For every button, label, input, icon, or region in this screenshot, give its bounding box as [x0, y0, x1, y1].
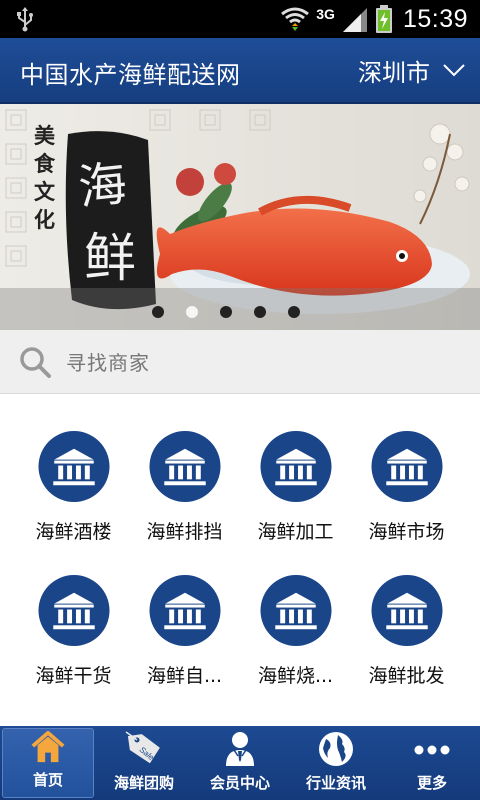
network-type: 3G	[316, 6, 335, 22]
nav-member-center[interactable]: 会员中心	[192, 726, 288, 800]
city-name: 深圳市	[358, 58, 430, 87]
category-item[interactable]: 海鲜批发	[351, 554, 462, 688]
carousel-dot-1[interactable]	[152, 306, 164, 318]
sale-tag-icon: Sale	[125, 731, 160, 764]
bank-building-icon	[259, 574, 332, 647]
nav-industry-news[interactable]: 行业资讯	[288, 726, 384, 800]
category-label: 海鲜自...	[146, 665, 223, 687]
search-icon	[20, 346, 51, 378]
category-item[interactable]: 海鲜市场	[351, 410, 462, 544]
search-bar[interactable]: 寻找商家	[0, 330, 480, 394]
status-bar: 3G 15:39	[0, 0, 480, 38]
clock: 15:39	[402, 4, 468, 33]
nav-label: 更多	[416, 774, 447, 792]
nav-label: 海鲜团购	[113, 774, 174, 792]
category-item[interactable]: 海鲜烧...	[240, 554, 351, 688]
usb-icon	[17, 7, 33, 32]
nav-more[interactable]: 更多	[384, 726, 480, 800]
more-icon	[414, 745, 450, 755]
category-item[interactable]: 海鲜酒楼	[18, 410, 129, 544]
category-label: 海鲜加工	[257, 521, 334, 543]
signal-icon	[342, 8, 367, 32]
category-label: 海鲜酒楼	[35, 521, 112, 543]
banner-big-char-1: 海	[75, 155, 130, 217]
nav-group-buy[interactable]: Sale 海鲜团购	[96, 726, 192, 800]
title-bar: 中国水产海鲜配送网 深圳市	[0, 38, 480, 104]
category-item[interactable]: 海鲜干货	[18, 554, 129, 688]
banner-carousel[interactable]: 美食文化 海 鲜	[0, 104, 480, 330]
category-item[interactable]: 海鲜自...	[129, 554, 240, 688]
carousel-dot-5[interactable]	[288, 306, 300, 318]
bank-building-icon	[148, 430, 221, 503]
wifi-icon	[281, 7, 310, 31]
category-label: 海鲜批发	[368, 665, 445, 687]
banner-vertical-text: 美食文化	[34, 123, 55, 232]
bank-building-icon	[370, 430, 443, 503]
nav-label: 行业资讯	[305, 774, 366, 792]
member-icon	[226, 732, 254, 766]
search-placeholder: 寻找商家	[66, 351, 150, 375]
carousel-dot-4[interactable]	[254, 306, 266, 318]
bank-building-icon	[259, 430, 332, 503]
bank-building-icon	[37, 430, 110, 503]
category-item[interactable]: 海鲜排挡	[129, 410, 240, 544]
bank-building-icon	[37, 574, 110, 647]
nav-label: 会员中心	[209, 774, 270, 792]
category-label: 海鲜烧...	[257, 665, 334, 687]
chevron-down-icon	[443, 64, 465, 77]
city-selector[interactable]: 深圳市	[358, 52, 466, 88]
battery-icon	[375, 5, 392, 33]
globe-icon	[319, 732, 353, 766]
carousel-dot-3[interactable]	[220, 306, 232, 318]
carousel-dots	[0, 306, 480, 318]
app-title: 中国水产海鲜配送网	[20, 61, 241, 89]
nav-label: 首页	[32, 771, 63, 789]
category-label: 海鲜排挡	[146, 521, 223, 543]
category-label: 海鲜市场	[368, 521, 445, 543]
category-item[interactable]: 海鲜加工	[240, 410, 351, 544]
bank-building-icon	[370, 574, 443, 647]
bottom-nav: 首页 Sale 海鲜团购 会员中心 行业资讯 更多	[0, 726, 480, 800]
carousel-dot-2[interactable]	[186, 306, 198, 318]
nav-home[interactable]: 首页	[2, 728, 94, 798]
category-label: 海鲜干货	[35, 665, 112, 687]
category-grid: 海鲜酒楼 海鲜排挡 海鲜加工 海鲜市场 海鲜干货 海鲜自... 海鲜烧... 海…	[0, 410, 480, 688]
banner-big-char-2: 鲜	[84, 229, 137, 289]
home-icon	[31, 730, 65, 763]
bank-building-icon	[148, 574, 221, 647]
